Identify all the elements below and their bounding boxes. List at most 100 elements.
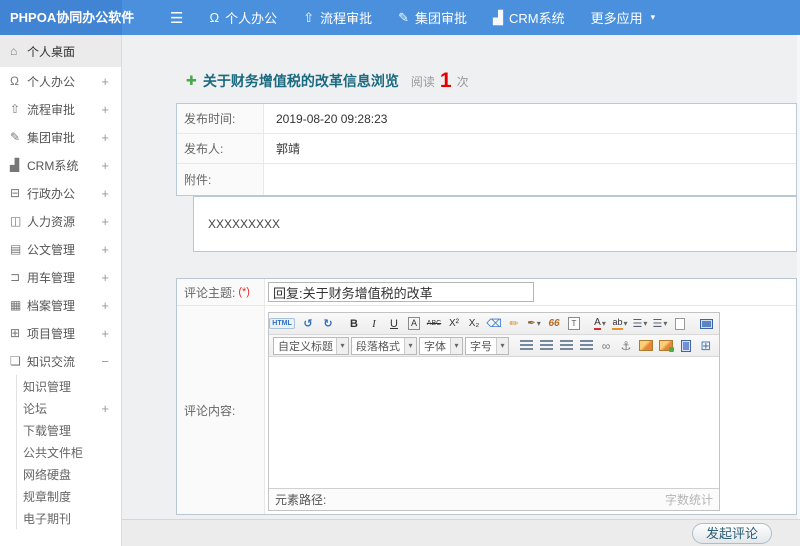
article-header: ✚ 关于财务增值税的改革信息浏览 阅读 1 次: [186, 70, 469, 92]
expand-icon[interactable]: +: [101, 130, 109, 145]
editor-status-bar: 元素路径: 字数统计: [269, 488, 719, 510]
sidebar-item-workflow-approval[interactable]: ⇧ 流程审批 +: [0, 95, 121, 123]
new-document-button[interactable]: [671, 315, 689, 332]
italic-button[interactable]: I: [365, 315, 383, 332]
collapse-icon[interactable]: −: [101, 354, 109, 369]
top-navigation: ☰ Ω 个人办公 ⇧ 流程审批 ✎ 集团审批 ▟ CRM系统 更多应用 ▾: [122, 0, 800, 35]
sidebar-item-project-mgmt[interactable]: ⊞ 项目管理 +: [0, 319, 121, 347]
table-row: 发布人: 郭靖: [177, 134, 796, 164]
insert-media-button[interactable]: [677, 337, 695, 354]
format-paint-button[interactable]: ✒ ▾: [525, 315, 543, 332]
sidebar-item-hr[interactable]: ◫ 人力资源 +: [0, 207, 121, 235]
undo-icon[interactable]: ↺: [299, 315, 317, 332]
article-content: XXXXXXXXX: [193, 196, 797, 252]
subscript-button[interactable]: X₂: [465, 315, 483, 332]
ordered-list-button[interactable]: ☰ ▾: [631, 315, 649, 332]
nav-item-more-apps[interactable]: 更多应用 ▾: [591, 8, 656, 27]
sidebar-item-archive-mgmt[interactable]: ▦ 档案管理 +: [0, 291, 121, 319]
strikethrough-button[interactable]: ABC: [425, 315, 443, 332]
hamburger-menu-icon[interactable]: ☰: [170, 9, 183, 27]
expand-icon[interactable]: +: [101, 158, 109, 173]
nav-item-workflow-approval[interactable]: ⇧ 流程审批: [303, 8, 372, 27]
subject-input[interactable]: [268, 282, 534, 302]
font-color-button[interactable]: A ▾: [591, 315, 609, 332]
expand-icon[interactable]: +: [101, 102, 109, 117]
nav-label: CRM系统: [509, 11, 565, 26]
font-size-select[interactable]: 字号 ▾: [465, 336, 509, 355]
paragraph-format-select[interactable]: 段落格式 ▾: [351, 336, 417, 355]
subject-cell: [265, 279, 796, 305]
person-icon: Ω: [10, 74, 19, 88]
image-icon: [639, 340, 653, 351]
align-justify-button[interactable]: [577, 337, 595, 354]
sidebar-item-desktop[interactable]: ⌂ 个人桌面: [0, 35, 121, 67]
align-left-button[interactable]: [517, 337, 535, 354]
eraser-icon[interactable]: ⌫: [485, 315, 503, 332]
nav-item-crm[interactable]: ▟ CRM系统: [493, 8, 565, 27]
attachment-label: 附件:: [177, 164, 264, 195]
expand-icon[interactable]: +: [101, 401, 109, 416]
chevron-down-icon: ▾: [450, 337, 462, 354]
underline-button[interactable]: U: [385, 315, 403, 332]
sidebar-subitem-network-disk[interactable]: 网络硬盘: [17, 463, 121, 485]
sidebar-item-knowledge-exchange[interactable]: ❏ 知识交流 −: [0, 347, 121, 375]
subject-row: 评论主题: (*): [177, 279, 796, 306]
read-count: 1: [439, 69, 452, 92]
expand-icon[interactable]: +: [101, 214, 109, 229]
sidebar-item-admin-office[interactable]: ⊟ 行政办公 +: [0, 179, 121, 207]
sidebar-subitem-rules[interactable]: 规章制度: [17, 485, 121, 507]
nav-label: 个人办公: [225, 11, 278, 26]
highlight-color-button[interactable]: ab ▾: [611, 315, 629, 332]
html-source-button[interactable]: HTML: [269, 315, 295, 332]
anchor-icon[interactable]: ⚓: [617, 337, 635, 354]
sidebar-item-crm[interactable]: ▟ CRM系统 +: [0, 151, 121, 179]
sidebar-item-document-mgmt[interactable]: ▤ 公文管理 +: [0, 235, 121, 263]
edit-icon: ✎: [398, 9, 410, 25]
bar-chart-icon: ▟: [493, 9, 504, 25]
expand-icon[interactable]: +: [101, 242, 109, 257]
clean-format-icon[interactable]: ✏: [505, 315, 523, 332]
table-row: 发布时间: 2019-08-20 09:28:23: [177, 104, 796, 134]
font-family-select[interactable]: 字体 ▾: [419, 336, 463, 355]
insert-table-button[interactable]: ⊞: [697, 337, 715, 354]
custom-title-select[interactable]: 自定义标题 ▾: [273, 336, 349, 355]
sidebar-subitem-download-mgmt[interactable]: 下载管理: [17, 419, 121, 441]
sidebar-item-vehicle-mgmt[interactable]: ⊐ 用车管理 +: [0, 263, 121, 291]
unordered-list-button[interactable]: ☰ ▾: [651, 315, 669, 332]
editor-content-area[interactable]: [269, 357, 719, 488]
expand-icon[interactable]: +: [101, 186, 109, 201]
upload-image-button[interactable]: [657, 337, 675, 354]
sidebar-subitem-forum[interactable]: 论坛 +: [17, 397, 121, 419]
sidebar-item-group-approval[interactable]: ✎ 集团审批 +: [0, 123, 121, 151]
expand-icon[interactable]: +: [101, 298, 109, 313]
image-upload-icon: [659, 340, 674, 352]
submit-comment-button[interactable]: 发起评论: [691, 523, 772, 544]
insert-image-button[interactable]: [637, 337, 655, 354]
align-center-button[interactable]: [537, 337, 555, 354]
bold-button[interactable]: B: [345, 315, 363, 332]
monitor-icon: [699, 318, 713, 329]
person-icon: Ω: [209, 10, 220, 25]
fullscreen-button[interactable]: [697, 315, 715, 332]
table-row: 附件:: [177, 164, 796, 195]
sidebar-item-personal-office[interactable]: Ω 个人办公 +: [0, 67, 121, 95]
sidebar-subitem-e-journal[interactable]: 电子期刊: [17, 507, 121, 529]
sidebar-subitem-public-file-cabinet[interactable]: 公共文件柜: [17, 441, 121, 463]
briefcase-icon: ⊟: [10, 186, 21, 200]
superscript-button[interactable]: X²: [445, 315, 463, 332]
sidebar-subitem-knowledge-mgmt[interactable]: 知识管理: [17, 375, 121, 397]
align-left-icon: [519, 340, 533, 351]
expand-icon[interactable]: +: [101, 270, 109, 285]
knowledge-submenu: 知识管理 论坛 + 下载管理 公共文件柜 网络硬盘 规章制度 电子期刊: [16, 375, 121, 529]
align-right-button[interactable]: [557, 337, 575, 354]
blockquote-button[interactable]: 66: [545, 315, 563, 332]
nav-item-group-approval[interactable]: ✎ 集团审批: [398, 8, 467, 27]
chevron-down-icon: ▾: [663, 319, 668, 328]
nav-item-personal-office[interactable]: Ω 个人办公: [209, 8, 277, 27]
redo-icon[interactable]: ↻: [319, 315, 337, 332]
font-frame-button[interactable]: A: [405, 315, 423, 332]
link-icon[interactable]: ∞: [597, 337, 615, 354]
paste-button[interactable]: T: [565, 315, 583, 332]
expand-icon[interactable]: +: [101, 74, 109, 89]
expand-icon[interactable]: +: [101, 326, 109, 341]
